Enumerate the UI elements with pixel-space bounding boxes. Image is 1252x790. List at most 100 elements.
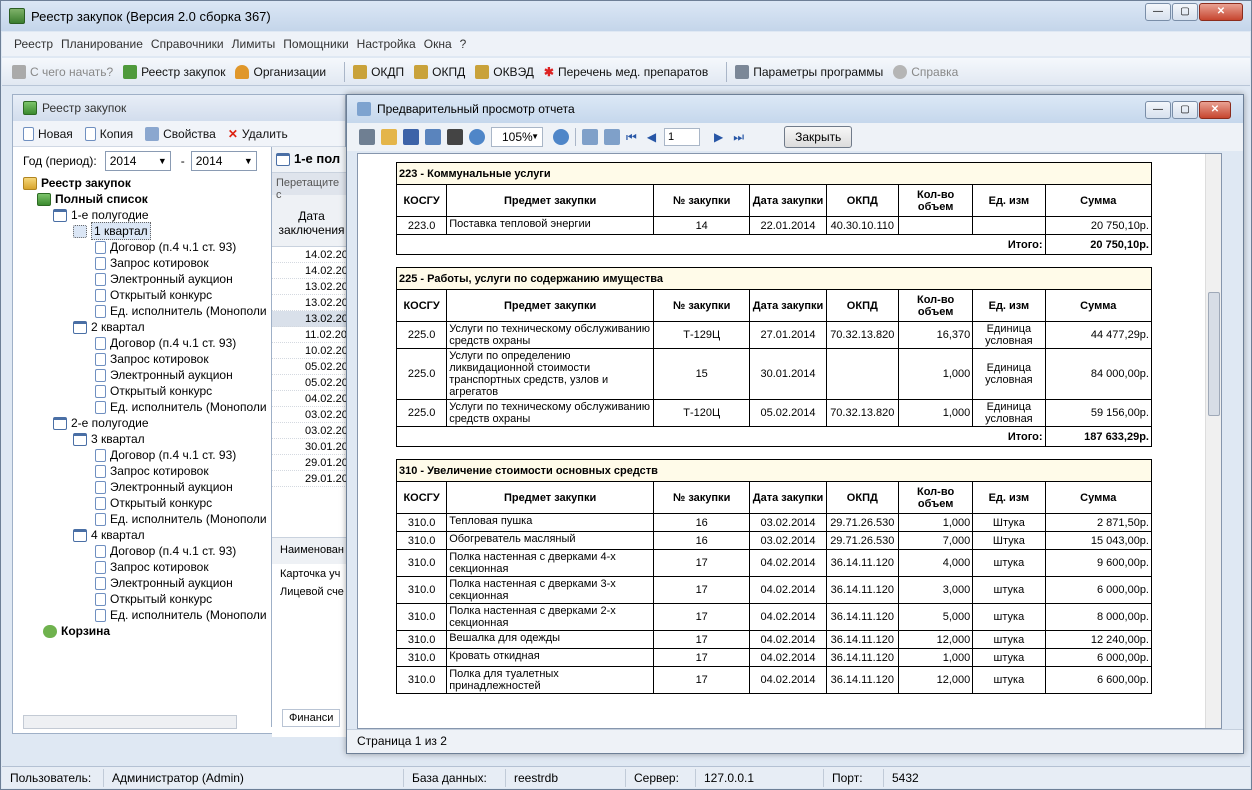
delete-button[interactable]: ✕ Удалить bbox=[228, 127, 288, 141]
table-row[interactable]: 13.02.20 bbox=[272, 279, 351, 295]
organizations-button[interactable]: Организации bbox=[235, 64, 326, 79]
tree-full-list[interactable]: Полный список bbox=[23, 191, 268, 207]
scroll-thumb[interactable] bbox=[1208, 292, 1220, 416]
close-button[interactable]: ✕ bbox=[1199, 3, 1243, 21]
report-vscrollbar[interactable] bbox=[1205, 154, 1221, 728]
table-cell: 29.71.26.530 bbox=[825, 513, 899, 532]
table-row[interactable]: 30.01.20 bbox=[272, 439, 351, 455]
registry-button[interactable]: Реестр закупок bbox=[123, 64, 225, 79]
details-row[interactable]: Карточка уч bbox=[272, 564, 352, 584]
table-row[interactable]: 10.02.20 bbox=[272, 343, 351, 359]
tree-hscrollbar[interactable] bbox=[23, 715, 237, 729]
tree-item[interactable]: Договор (п.4 ч.1 ст. 93) bbox=[23, 543, 268, 559]
okdp-button[interactable]: ОКДП bbox=[353, 64, 404, 79]
tree-half-2[interactable]: 2-е полугодие bbox=[23, 415, 268, 431]
page-number-input[interactable]: 1 bbox=[664, 128, 701, 146]
open-icon[interactable] bbox=[381, 129, 397, 145]
tree-trash[interactable]: Корзина bbox=[23, 623, 268, 639]
table-row[interactable]: 29.01.20 bbox=[272, 471, 351, 487]
table-row[interactable]: 11.02.20 bbox=[272, 327, 351, 343]
tree-item[interactable]: Электронный аукцион bbox=[23, 367, 268, 383]
table-row[interactable]: 05.02.20 bbox=[272, 375, 351, 391]
menu-planning[interactable]: Планирование bbox=[61, 37, 143, 51]
zoom-out-icon[interactable] bbox=[553, 129, 569, 145]
zoom-select[interactable]: 105% bbox=[491, 127, 543, 147]
okpd-button[interactable]: ОКПД bbox=[414, 64, 465, 79]
tree-item[interactable]: Ед. исполнитель (Монополи bbox=[23, 399, 268, 415]
save-icon[interactable] bbox=[403, 129, 419, 145]
prev-page-icon[interactable]: ◀ bbox=[647, 130, 656, 144]
tree-quarter-1[interactable]: 1 квартал bbox=[23, 222, 268, 240]
start-button[interactable]: С чего начать? bbox=[12, 64, 113, 79]
menu-registry[interactable]: Реестр bbox=[14, 37, 53, 51]
tab-finance[interactable]: Финанси bbox=[282, 709, 341, 727]
table-row[interactable]: 14.02.20 bbox=[272, 263, 351, 279]
tree-quarter-4[interactable]: 4 квартал bbox=[23, 527, 268, 543]
two-pages-icon[interactable] bbox=[604, 129, 620, 145]
column-header: КОСГУ bbox=[395, 481, 448, 514]
copy-button[interactable]: Копия bbox=[84, 126, 133, 141]
preview-minimize-button[interactable]: — bbox=[1145, 101, 1171, 119]
tree-item[interactable]: Запрос котировок bbox=[23, 351, 268, 367]
meds-button[interactable]: ✱ Перечень мед. препаратов bbox=[544, 65, 708, 79]
find-icon[interactable] bbox=[447, 129, 463, 145]
column-date[interactable]: Дата заключения bbox=[272, 195, 351, 247]
tree-quarter-3[interactable]: 3 квартал bbox=[23, 431, 268, 447]
document-icon bbox=[95, 240, 106, 254]
table-row[interactable]: 13.02.20 bbox=[272, 311, 351, 327]
year-to-select[interactable]: 2014 bbox=[190, 151, 257, 171]
table-row[interactable]: 03.02.20 bbox=[272, 423, 351, 439]
zoom-in-icon[interactable] bbox=[469, 129, 485, 145]
menu-windows[interactable]: Окна bbox=[424, 37, 452, 51]
tree-item[interactable]: Ед. исполнитель (Монополи bbox=[23, 303, 268, 319]
tree-item[interactable]: Запрос котировок bbox=[23, 463, 268, 479]
properties-button[interactable]: Свойства bbox=[145, 126, 216, 141]
page-view-icon[interactable] bbox=[582, 129, 598, 145]
year-from-select[interactable]: 2014 bbox=[104, 151, 171, 171]
tree-item[interactable]: Ед. исполнитель (Монополи bbox=[23, 511, 268, 527]
tree-item[interactable]: Открытый конкурс bbox=[23, 591, 268, 607]
tree-item[interactable]: Электронный аукцион bbox=[23, 271, 268, 287]
tree-item[interactable]: Открытый конкурс bbox=[23, 495, 268, 511]
first-page-icon[interactable]: ⏮ bbox=[626, 130, 637, 145]
tree-item[interactable]: Договор (п.4 ч.1 ст. 93) bbox=[23, 239, 268, 255]
table-row[interactable]: 04.02.20 bbox=[272, 391, 351, 407]
tree-item[interactable]: Электронный аукцион bbox=[23, 479, 268, 495]
table-row[interactable]: 05.02.20 bbox=[272, 359, 351, 375]
group-drag-area[interactable]: Перетащите с bbox=[272, 173, 351, 201]
tree-half-1[interactable]: 1-е полугодие bbox=[23, 207, 268, 223]
table-row[interactable]: 03.02.20 bbox=[272, 407, 351, 423]
help-button[interactable]: Справка bbox=[893, 64, 958, 79]
tree-item[interactable]: Электронный аукцион bbox=[23, 575, 268, 591]
table-row[interactable]: 29.01.20 bbox=[272, 455, 351, 471]
menu-help[interactable]: ? bbox=[460, 37, 467, 51]
minimize-button[interactable]: — bbox=[1145, 3, 1171, 21]
tree-root[interactable]: Реестр закупок bbox=[23, 175, 268, 191]
menu-references[interactable]: Справочники bbox=[151, 37, 224, 51]
maximize-button[interactable]: ▢ bbox=[1172, 3, 1198, 21]
new-button[interactable]: Новая bbox=[23, 126, 73, 141]
okved-button[interactable]: ОКВЭД bbox=[475, 64, 534, 79]
menu-assistants[interactable]: Помощники bbox=[283, 37, 348, 51]
tree-item[interactable]: Запрос котировок bbox=[23, 255, 268, 271]
tree-quarter-2[interactable]: 2 квартал bbox=[23, 319, 268, 335]
export-icon[interactable] bbox=[425, 129, 441, 145]
params-button[interactable]: Параметры программы bbox=[735, 64, 883, 79]
print-icon[interactable] bbox=[359, 129, 375, 145]
menu-limits[interactable]: Лимиты bbox=[232, 37, 276, 51]
tree-item[interactable]: Открытый конкурс bbox=[23, 287, 268, 303]
next-page-icon[interactable]: ▶ bbox=[714, 130, 723, 144]
details-row[interactable]: Лицевой сче bbox=[272, 584, 352, 600]
menu-settings[interactable]: Настройка bbox=[357, 37, 416, 51]
last-page-icon[interactable]: ⏭ bbox=[733, 130, 744, 145]
preview-maximize-button[interactable]: ▢ bbox=[1172, 101, 1198, 119]
preview-close-button[interactable]: ✕ bbox=[1199, 101, 1231, 119]
tree-item[interactable]: Запрос котировок bbox=[23, 559, 268, 575]
tree-item[interactable]: Открытый конкурс bbox=[23, 383, 268, 399]
table-row[interactable]: 13.02.20 bbox=[272, 295, 351, 311]
tree-item[interactable]: Договор (п.4 ч.1 ст. 93) bbox=[23, 447, 268, 463]
close-preview-button[interactable]: Закрыть bbox=[784, 126, 853, 148]
tree-item[interactable]: Договор (п.4 ч.1 ст. 93) bbox=[23, 335, 268, 351]
tree-item[interactable]: Ед. исполнитель (Монополи bbox=[23, 607, 268, 623]
table-row[interactable]: 14.02.20 bbox=[272, 247, 351, 263]
